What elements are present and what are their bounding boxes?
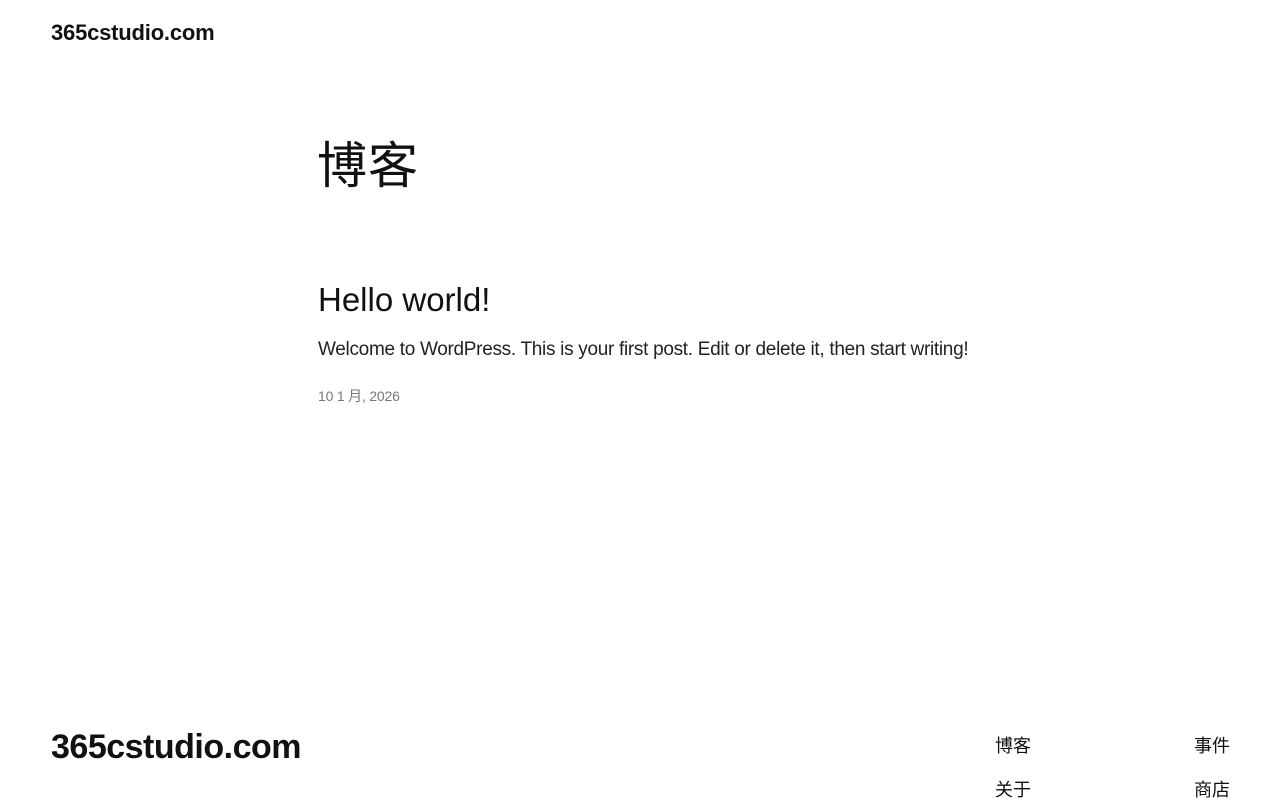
page: 365cstudio.com 博客 Hello world! Welcome t…	[0, 0, 1280, 800]
footer-nav-shop[interactable]: 商店	[1194, 776, 1230, 800]
post-title-link[interactable]: Hello world!	[318, 280, 1018, 320]
post-item: Hello world! Welcome to WordPress. This …	[318, 280, 1018, 406]
page-title: 博客	[317, 137, 419, 195]
footer-nav-events[interactable]: 事件	[1194, 732, 1230, 758]
footer-nav-about[interactable]: 关于	[995, 776, 1031, 800]
post-date-link[interactable]: 10 1 月, 2026	[318, 388, 400, 404]
footer-navigation: 博客 事件 关于 商店	[995, 730, 1235, 800]
post-excerpt: Welcome to WordPress. This is your first…	[318, 338, 969, 360]
footer-nav-blog[interactable]: 博客	[995, 732, 1031, 758]
site-title-link[interactable]: 365cstudio.com	[51, 20, 215, 46]
footer-site-title-link[interactable]: 365cstudio.com	[51, 728, 301, 767]
